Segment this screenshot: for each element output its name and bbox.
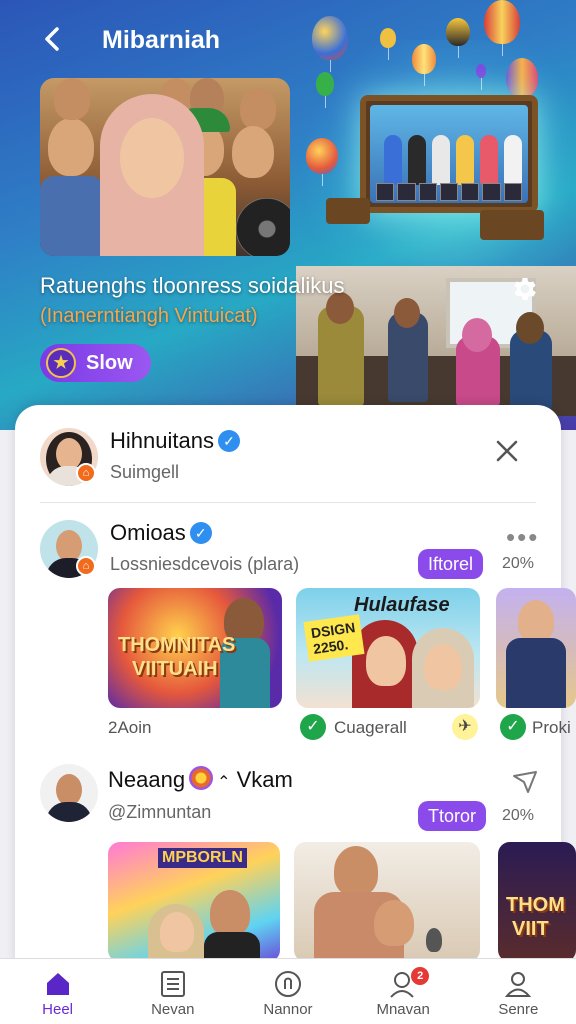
post-percent: 20% — [502, 807, 535, 824]
post-author-handle: @Zimnuntan — [108, 802, 212, 822]
hero-headline: Ratuenghs tloonress soidalikus — [40, 273, 345, 298]
nav-label: Nevan — [151, 1001, 195, 1018]
video-thumbnail[interactable]: THOMNITAS VIITUAIH — [108, 588, 282, 708]
tv-illustration — [360, 95, 538, 213]
balloon-icon — [312, 16, 348, 72]
balloon-icon — [380, 28, 396, 60]
verified-icon: ✓ — [217, 430, 240, 452]
hero-banner: Mibarniah Ratuenghs tloonress soidalikus… — [0, 0, 576, 430]
balloon-icon — [484, 0, 520, 56]
balloon-icon — [446, 18, 470, 58]
star-icon: ★ — [46, 348, 76, 378]
bottom-navigation: Heel Nevan Nannor 2 Mnavan Senre — [0, 958, 576, 1024]
post-author-name[interactable]: Omioas ✓ — [110, 520, 212, 546]
thumbnail-title: THOM — [506, 894, 565, 916]
hero-photo-collage — [40, 78, 290, 256]
nav-item-home[interactable]: Heel — [8, 969, 108, 1018]
camera-illustration — [480, 210, 544, 240]
thumbnail-banner: Hulaufase — [354, 594, 450, 616]
back-button[interactable] — [38, 24, 74, 60]
thumbnail-banner: MPBORLN — [158, 848, 247, 868]
home-icon — [46, 973, 69, 995]
nav-item-list[interactable]: Nevan — [123, 969, 223, 1018]
post-author-handle: Suimgell — [110, 462, 180, 482]
check-icon: ✓ — [300, 714, 326, 740]
video-thumbnail[interactable]: MPBORLN — [108, 842, 280, 962]
live-badge-icon: ⌂ — [76, 463, 96, 483]
avatar[interactable] — [40, 764, 98, 822]
post-author-name[interactable]: Neaang ⌃ Vkam — [108, 766, 293, 793]
settings-button[interactable] — [510, 274, 540, 304]
check-icon: ✓ — [500, 714, 526, 740]
author-name-suffix: Vkam — [236, 767, 293, 792]
chevron-left-icon — [45, 27, 59, 51]
nav-label: Heel — [42, 1001, 74, 1018]
share-button[interactable] — [510, 766, 540, 796]
video-thumbnail[interactable]: Hulaufase DSIGN 2250. — [296, 588, 480, 708]
balloon-icon — [412, 44, 436, 86]
mic-circle-icon — [274, 971, 301, 997]
post-author-handle: Lossniesdcevois (plara) — [110, 554, 300, 574]
flower-emoji-icon — [189, 766, 214, 790]
balloon-icon — [316, 72, 334, 108]
divider — [40, 502, 536, 503]
nav-label: Senre — [498, 1001, 539, 1018]
slow-button-label: Slow — [86, 351, 133, 374]
nav-label: Mnavan — [376, 1001, 430, 1018]
thumbnail-title: VIITUAIH — [132, 658, 218, 680]
share-arrow-icon — [513, 771, 537, 793]
nav-item-search-people[interactable]: 2 Mnavan — [353, 967, 453, 1018]
list-icon — [160, 971, 185, 997]
nav-item-profile[interactable]: Senre — [468, 969, 568, 1018]
user-icon — [505, 972, 532, 997]
post-percent: 20% — [502, 555, 535, 572]
slow-button[interactable]: ★ Slow — [40, 344, 151, 382]
video-thumbnail[interactable]: THOM VIIT — [498, 842, 576, 962]
balloon-icon — [506, 58, 538, 110]
video-thumbnail[interactable] — [496, 588, 576, 708]
airplane-icon: ✈ — [458, 718, 472, 735]
balloon-icon — [306, 138, 338, 186]
post-author-name[interactable]: Hihnuitans ✓ — [110, 428, 240, 454]
app-title: Mibarniah — [102, 26, 221, 54]
nav-label: Nannor — [263, 1001, 313, 1018]
live-badge-icon: ⌂ — [76, 556, 96, 576]
verified-icon: ✓ — [189, 522, 212, 544]
close-icon — [496, 440, 518, 462]
close-button[interactable] — [494, 438, 522, 466]
notification-badge: 2 — [411, 967, 430, 985]
thumbnail-title: THOMNITAS — [118, 634, 236, 656]
nav-item-mic[interactable]: Nannor — [238, 969, 338, 1018]
thumbnail-caption: 2Aoin — [108, 718, 152, 737]
author-name-text: Hihnuitans — [110, 428, 214, 453]
more-options-button[interactable]: ••• — [506, 522, 539, 553]
post-tag[interactable]: Iftorel — [418, 549, 484, 579]
thumbnail-caption: Proki — [532, 718, 571, 737]
gear-icon — [514, 278, 536, 300]
thumbnail-title: VIIT — [512, 918, 549, 940]
post-tag[interactable]: Ttoror — [418, 801, 487, 831]
thumbnail-sign: DSIGN 2250. — [303, 614, 365, 662]
thumbnail-caption: Cuagerall — [334, 718, 407, 737]
projector-illustration — [326, 198, 370, 224]
balloon-icon — [476, 64, 486, 90]
author-name-text: Omioas — [110, 520, 186, 545]
hero-subheadline: (Inanernt­iangh Vintuicat) — [40, 305, 258, 327]
arrow-glyph: ⌃ — [217, 774, 231, 791]
video-thumbnail[interactable] — [294, 842, 480, 962]
author-name-text: Neaang — [108, 767, 186, 792]
airplane-button[interactable]: ✈ — [452, 714, 478, 740]
